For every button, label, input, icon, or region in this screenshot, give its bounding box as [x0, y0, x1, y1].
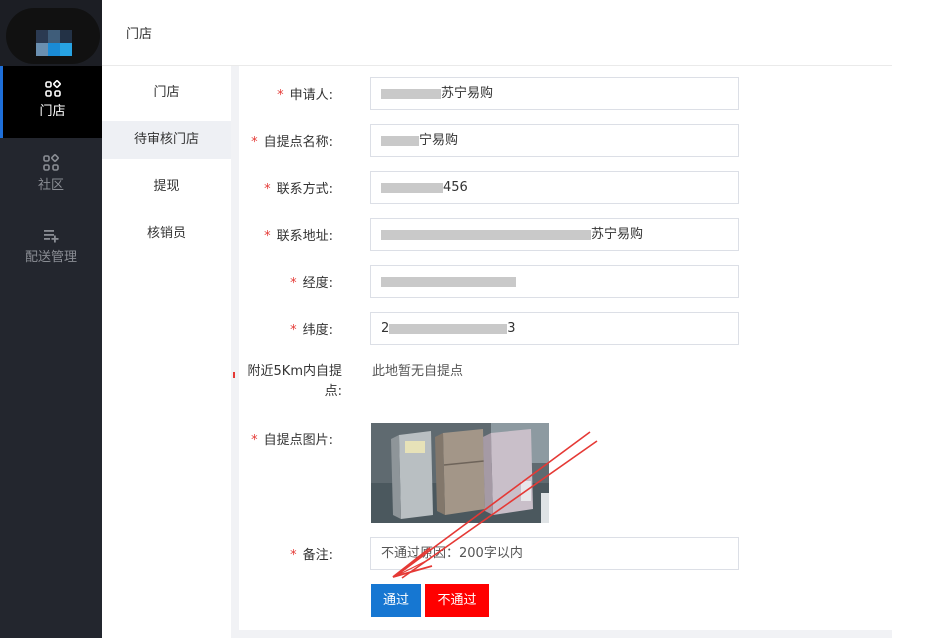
- submenu-item-verifier[interactable]: 核销员: [102, 215, 231, 253]
- top-bar: 门店: [102, 0, 892, 66]
- nav-item-label: 配送管理: [24, 250, 77, 265]
- nav-item-community[interactable]: 社区: [0, 140, 102, 212]
- nav-item-label: 门店: [39, 104, 66, 119]
- approve-button[interactable]: 通过: [371, 584, 421, 617]
- redacted-block: [381, 229, 591, 240]
- grid-icon: [43, 154, 59, 171]
- remark-label: * 备注:: [290, 548, 333, 563]
- nearby-label: 附近5Km内自提点:: [247, 364, 342, 399]
- secondary-menu: 门店 待审核门店 提现 核销员: [102, 66, 231, 638]
- longitude-label: * 经度:: [290, 276, 333, 291]
- redacted-block: [381, 135, 419, 146]
- photo-label: * 自提点图片:: [251, 433, 333, 448]
- contact-label: * 联系方式:: [264, 182, 333, 197]
- address-label: * 联系地址:: [264, 229, 333, 244]
- latitude-label: * 纬度:: [290, 323, 333, 338]
- nav-item-store[interactable]: 门店: [0, 66, 102, 138]
- latitude-input[interactable]: 23: [370, 312, 739, 345]
- logo-area: [0, 0, 102, 66]
- redacted-block: [381, 182, 443, 193]
- redacted-block: [381, 276, 516, 287]
- nav-item-delivery[interactable]: 配送管理: [0, 212, 102, 284]
- pickup-name-input[interactable]: 宁易购: [370, 124, 739, 157]
- contact-input[interactable]: 456: [370, 171, 739, 204]
- red-marker: [233, 372, 235, 378]
- breadcrumb: 门店: [126, 27, 153, 42]
- pickup-photo[interactable]: [371, 423, 549, 523]
- submenu-item-withdraw[interactable]: 提现: [102, 168, 231, 206]
- remark-input[interactable]: [370, 537, 739, 570]
- fridge-photo-image: [371, 423, 549, 523]
- redacted-block: [389, 323, 508, 334]
- submenu-item-stores[interactable]: 门店: [102, 74, 231, 112]
- grid-icon: [44, 80, 61, 97]
- applicant-input[interactable]: 苏宁易购: [370, 77, 739, 110]
- pickup-name-label: * 自提点名称:: [251, 135, 333, 150]
- reject-button[interactable]: 不通过: [425, 584, 489, 617]
- left-nav: 门店 社区 配送管理: [0, 0, 102, 638]
- redacted-block: [381, 88, 441, 99]
- submenu-item-pending-stores[interactable]: 待审核门店: [102, 121, 231, 159]
- nav-item-label: 社区: [37, 178, 64, 193]
- nearby-value: 此地暂无自提点: [372, 364, 464, 379]
- address-input[interactable]: 苏宁易购: [370, 218, 739, 251]
- logo-mosaic: [36, 30, 72, 56]
- playlist-add-icon: [44, 230, 59, 243]
- longitude-input[interactable]: [370, 265, 739, 298]
- avatar[interactable]: [6, 8, 100, 64]
- applicant-label: * 申请人:: [277, 88, 333, 103]
